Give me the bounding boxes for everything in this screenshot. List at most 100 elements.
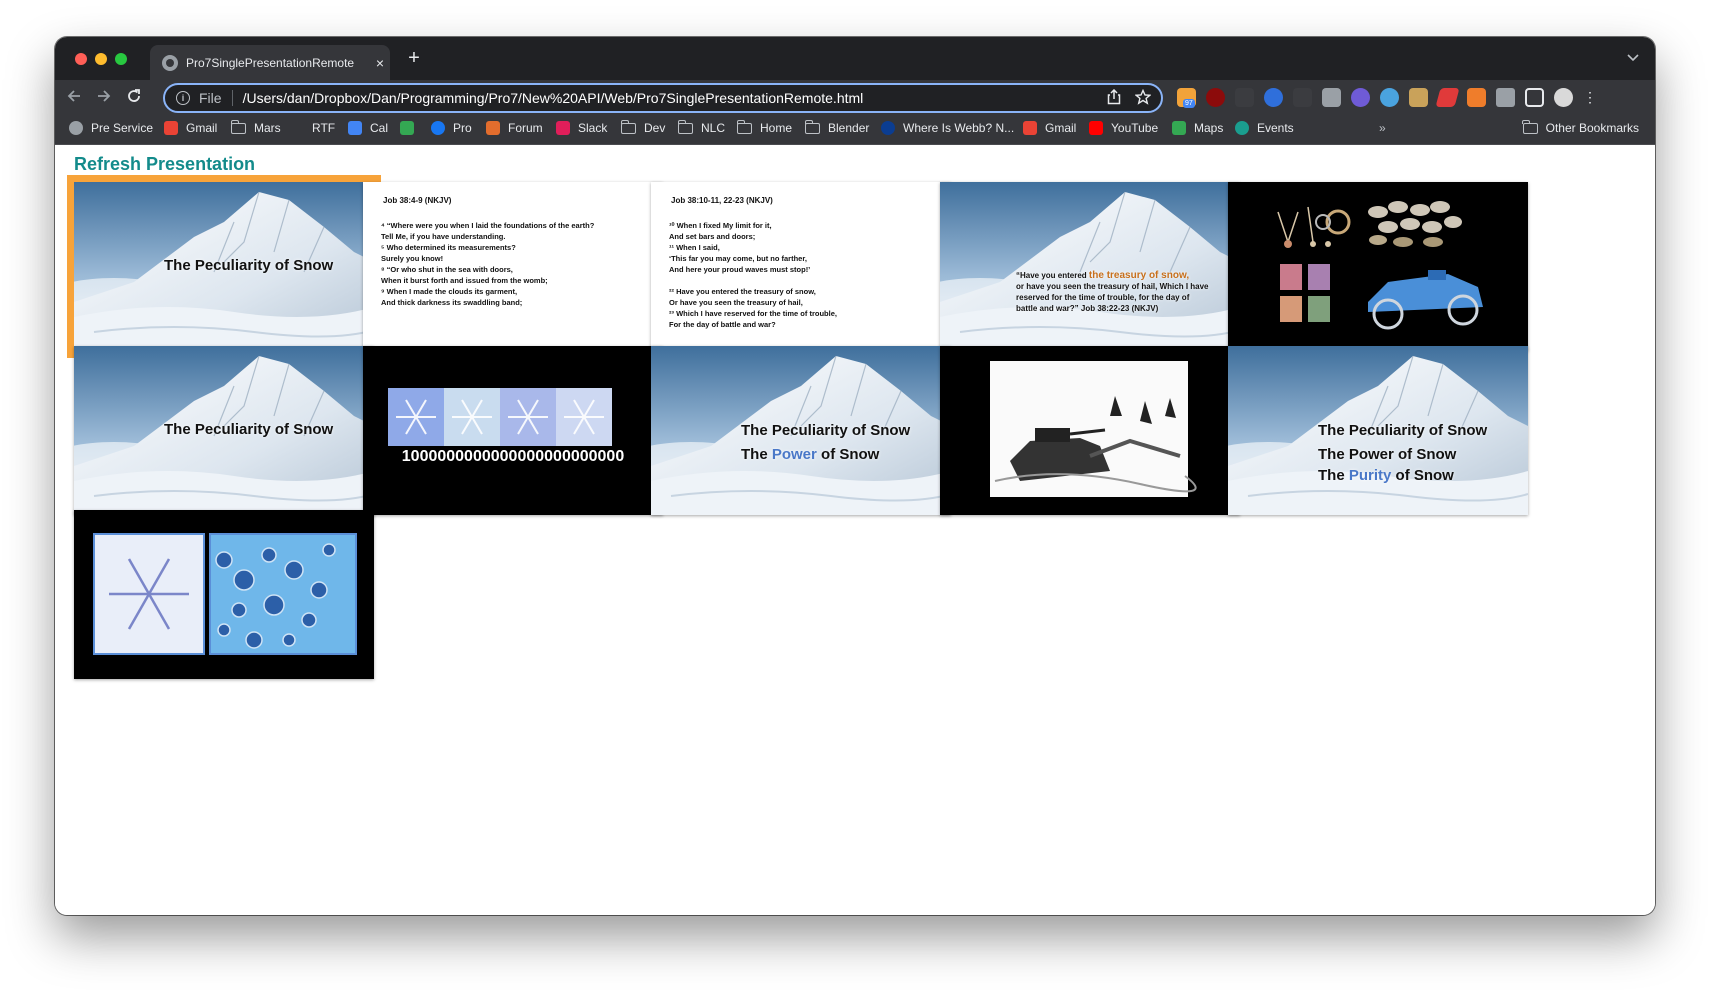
tab-search-icon[interactable] xyxy=(1627,51,1639,65)
minimize-window-button[interactable] xyxy=(95,53,107,65)
slide-title: The Peculiarity of Snow xyxy=(741,422,911,439)
bookmark-item[interactable]: Events xyxy=(1235,121,1294,135)
zoom-window-button[interactable] xyxy=(115,53,127,65)
slide-thumbnail[interactable] xyxy=(74,510,374,679)
bookmark-item[interactable]: Dev xyxy=(620,119,666,135)
bookmark-item[interactable] xyxy=(400,121,414,135)
close-window-button[interactable] xyxy=(75,53,87,65)
folder-icon xyxy=(620,119,636,134)
new-tab-button[interactable]: + xyxy=(404,48,424,68)
notes-extension-icon[interactable] xyxy=(1409,88,1428,107)
bookmark-star-icon[interactable] xyxy=(1134,88,1152,109)
extension-badge: 97 xyxy=(1183,99,1195,108)
folder-icon xyxy=(1522,119,1538,134)
profile-avatar[interactable] xyxy=(1554,88,1573,107)
browser-menu-icon[interactable]: ⋮ xyxy=(1583,88,1597,107)
bookmarks-bar: Other Bookmarks » Pre Service Gmail Mars RT… xyxy=(55,116,1655,145)
verse-line: And set bars and doors; xyxy=(669,232,756,241)
verse-line: And thick darkness its swaddling band; xyxy=(381,298,523,307)
bookmark-item[interactable]: Where Is Webb? N... xyxy=(881,121,1014,135)
bookmark-item[interactable]: Cal xyxy=(348,121,388,135)
globe-icon xyxy=(162,54,178,71)
snowflake-photos-image xyxy=(363,346,663,515)
side-panel-icon[interactable] xyxy=(1525,88,1544,107)
print-extension-icon[interactable] xyxy=(1322,88,1341,107)
puzzle-extensions-icon[interactable] xyxy=(1496,88,1515,107)
purple-extension-icon[interactable] xyxy=(1351,88,1370,107)
code-extension-icon[interactable] xyxy=(1293,88,1312,107)
tab-strip: Pro7SinglePresentationRemote × + xyxy=(55,37,1655,80)
back-button[interactable] xyxy=(63,87,85,109)
slide-thumbnail[interactable]: The Peculiarity of Snow xyxy=(74,346,374,515)
verse-line: ⁹ When I made the clouds its garment, xyxy=(381,287,518,296)
bookmark-label: Slack xyxy=(578,121,608,135)
bookmark-item[interactable]: Blender xyxy=(804,119,870,135)
bookmark-label: NLC xyxy=(701,121,726,135)
bookmark-item[interactable]: Slack xyxy=(556,121,607,135)
gmail-icon xyxy=(164,121,178,135)
address-bar[interactable]: i File /Users/dan/Dropbox/Dan/Programmin… xyxy=(163,83,1163,113)
scripture-reference: Job 38:4-9 (NKJV) xyxy=(383,196,452,205)
bookmark-item[interactable]: YouTube xyxy=(1089,121,1158,135)
bookmark-item[interactable]: Pre Service xyxy=(69,121,153,135)
google-drive-icon xyxy=(400,121,414,135)
bookmark-item[interactable]: Maps xyxy=(1172,121,1223,135)
info-icon[interactable]: i xyxy=(176,91,190,105)
slide-thumbnail[interactable]: The Peculiarity of Snow The Power of Sno… xyxy=(651,346,951,515)
large-number-caption: 1000000000000000000000000 xyxy=(401,448,625,465)
tab-close-button[interactable]: × xyxy=(372,55,388,71)
quote-text: “Have you entered the treasury of snow, o… xyxy=(1016,270,1209,313)
disabled-extension-icon[interactable] xyxy=(1235,88,1254,107)
bookmark-item[interactable]: Gmail xyxy=(164,121,217,135)
slide-thumbnail[interactable]: Job 38:10-11, 22-23 (NKJV) ¹⁰ When I fix… xyxy=(651,182,951,351)
bookmark-item[interactable]: RTF xyxy=(312,121,335,135)
slide-thumbnail[interactable]: “Have you entered the treasury of snow, o… xyxy=(940,182,1240,351)
slide-thumbnail[interactable]: 1000000000000000000000000 xyxy=(363,346,663,515)
verse-line: ‘This far you may come, but no farther, xyxy=(669,254,807,263)
verse-line: When it burst forth and issued from the … xyxy=(381,276,548,285)
globe-extension-icon[interactable] xyxy=(1380,88,1399,107)
verse-line: Or have you seen the treasury of hail, xyxy=(669,298,803,307)
bookmark-item[interactable]: Mars xyxy=(230,119,281,135)
verse-line: ²³ Which I have reserved for the time of… xyxy=(669,309,837,318)
verse-line: ¹⁰ When I fixed My limit for it, xyxy=(669,221,772,230)
other-bookmarks[interactable]: Other Bookmarks xyxy=(1522,119,1639,135)
bookmark-item[interactable]: NLC xyxy=(677,119,726,135)
slide-thumbnail[interactable]: Job 38:4-9 (NKJV) ⁴ “Where were you when… xyxy=(363,182,663,351)
slide-thumbnail[interactable] xyxy=(1228,182,1528,351)
share-icon[interactable] xyxy=(1107,88,1121,109)
url-text[interactable]: /Users/dan/Dropbox/Dan/Programming/Pro7/… xyxy=(243,90,864,106)
bookmark-label: Pre Service xyxy=(91,121,154,135)
slide-thumbnail[interactable]: The Peculiarity of Snow The Power of Sno… xyxy=(1228,346,1528,515)
bookmarks-overflow-button[interactable]: » xyxy=(1379,121,1386,135)
bookmark-item[interactable]: Home xyxy=(736,119,792,135)
folder-icon xyxy=(804,119,820,134)
bookmark-label: Maps xyxy=(1194,121,1224,135)
browser-window: Pro7SinglePresentationRemote × + i File … xyxy=(55,37,1655,915)
bookmark-label: Blender xyxy=(828,121,870,135)
stack-extension-icon[interactable] xyxy=(1467,88,1486,107)
bookmark-label: Dev xyxy=(644,121,666,135)
bookmark-extension-icon[interactable] xyxy=(1264,88,1283,107)
bookmark-item[interactable]: Gmail xyxy=(1023,121,1076,135)
refresh-presentation-link[interactable]: Refresh Presentation xyxy=(74,154,255,175)
bookmark-label: Gmail xyxy=(186,121,218,135)
maps-icon xyxy=(1172,121,1186,135)
slide-thumbnail[interactable] xyxy=(940,346,1240,515)
bookmark-item[interactable]: Forum xyxy=(486,121,543,135)
rss-extension-icon[interactable]: 97 xyxy=(1177,88,1196,108)
slide-thumbnail[interactable]: The Peculiarity of Snow xyxy=(67,175,381,358)
ublock-extension-icon[interactable] xyxy=(1206,88,1225,107)
url-separator xyxy=(231,90,233,106)
slide-title: The Peculiarity of Snow xyxy=(164,257,334,274)
tank-in-snow-photo xyxy=(940,346,1240,515)
scripture-slide: Job 38:10-11, 22-23 (NKJV) ¹⁰ When I fix… xyxy=(651,182,951,351)
bookmark-label: Mars xyxy=(254,121,281,135)
youtube-icon xyxy=(1089,121,1103,135)
reload-button[interactable] xyxy=(123,87,145,109)
tab-active[interactable]: Pro7SinglePresentationRemote × xyxy=(150,45,390,80)
forward-button[interactable] xyxy=(93,87,115,109)
bookmark-item[interactable]: Pro xyxy=(431,121,472,135)
pen-extension-icon[interactable] xyxy=(1435,88,1460,107)
verse-line xyxy=(669,275,837,286)
